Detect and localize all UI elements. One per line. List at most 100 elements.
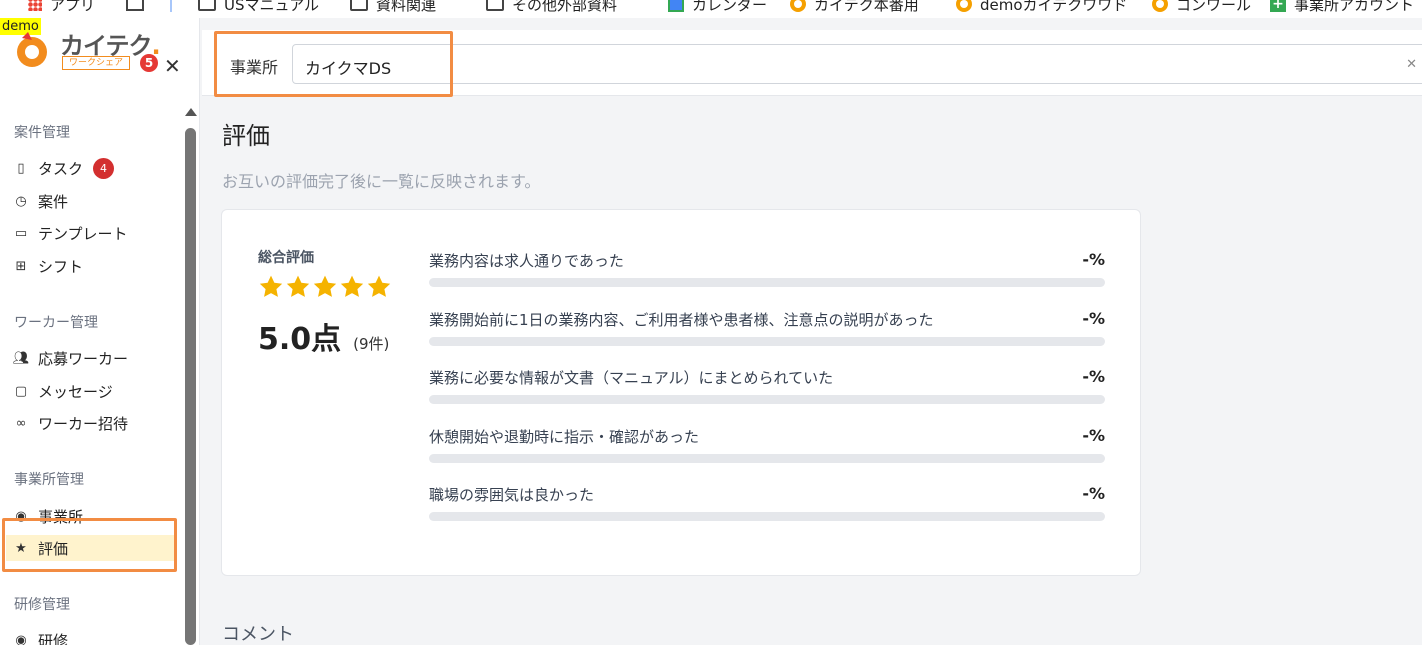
tab-grid-icon: [126, 0, 144, 11]
bookmark-tab-grid[interactable]: [126, 0, 152, 15]
page-title: 評価: [222, 122, 270, 150]
task-count-badge: 4: [93, 157, 115, 179]
criterion-percent: -%: [1082, 250, 1105, 269]
bookmark-label: コンワール: [1176, 0, 1252, 14]
logo-subtitle: ワークシェア: [62, 56, 131, 70]
criterion-text: 業務に必要な情報が文書（マニュアル）にまとめられていた: [429, 369, 834, 387]
sidebar-item-template[interactable]: ▭ テンプレート: [12, 220, 172, 246]
plus-icon: +: [1270, 0, 1286, 12]
kaiteku-icon: [1152, 0, 1168, 12]
overall-rating-label: 総合評価: [258, 250, 314, 266]
bookmarks-bar: アプリ USマニュアル 資料関連 その他外部資料 カレンダー カイテク本番用 d…: [0, 0, 1422, 18]
criterion-progress-bar: [429, 512, 1105, 521]
clipboard-icon: ▯: [17, 160, 25, 176]
criterion-text: 業務内容は求人通りであった: [429, 252, 624, 270]
sidebar-item-invite[interactable]: ∞ ワーカー招待: [12, 410, 172, 436]
bookmark-label: demoカイテクワワド: [980, 0, 1128, 14]
nav-section-office: 事業所管理: [14, 472, 84, 488]
message-icon: ▢: [14, 383, 28, 399]
sidebar-item-label: タスク: [38, 159, 84, 178]
bookmark-label: カレンダー: [692, 0, 768, 14]
bookmark-label: 資料関連: [376, 0, 437, 14]
star-icon: [259, 275, 283, 297]
criterion-percent: -%: [1082, 426, 1105, 445]
criterion-progress-bar: [429, 454, 1105, 463]
sidebar-item-label: 研修: [38, 631, 69, 645]
bookmark-office-account[interactable]: + 事業所アカウント: [1270, 0, 1414, 15]
bookmark-us-manual[interactable]: USマニュアル: [198, 0, 319, 15]
bookmark-console[interactable]: コンワール: [1152, 0, 1251, 15]
bookmark-label: カイテク本番用: [814, 0, 919, 14]
bookmark-calendar[interactable]: カレンダー: [668, 0, 767, 15]
bookmark-label: その他外部資料: [512, 0, 618, 14]
kaiteku-icon: [790, 0, 806, 12]
sidebar-item-messages[interactable]: ▢ メッセージ: [12, 378, 172, 404]
criterion-text: 休憩開始や退勤時に指示・確認があった: [429, 428, 700, 446]
overall-score: 5.0点 (9件): [258, 314, 389, 358]
scroll-up-arrow-icon[interactable]: [185, 108, 197, 116]
bookmark-kaiteku-prod[interactable]: カイテク本番用: [790, 0, 919, 15]
star-icon: [340, 275, 364, 297]
criterion-progress-bar: [429, 278, 1105, 287]
star-icon: [313, 275, 337, 297]
calendar-icon: [668, 0, 684, 12]
criterion-text: 業務開始前に1日の業務内容、ご利用者様や患者様、注意点の説明があった: [429, 311, 934, 329]
nav-section-workers: ワーカー管理: [14, 315, 98, 331]
office-select[interactable]: カイクマDS ✕: [292, 44, 1422, 84]
review-count: (9件): [353, 335, 390, 353]
grid-icon: ⊞: [15, 258, 27, 274]
bookmark-separator: [170, 0, 172, 12]
star-rating: [258, 274, 393, 300]
bookmark-kaiteku-demo[interactable]: demoカイテクワワド: [956, 0, 1127, 15]
nav-section-cases: 案件管理: [14, 125, 70, 141]
logo-mark-icon: [17, 32, 47, 67]
criterion-row: 職場の雰囲気は良かった -%: [429, 484, 1105, 521]
map-pin-icon: ◉: [15, 632, 27, 645]
folder-icon: [350, 0, 368, 11]
close-sidebar-button[interactable]: ✕: [164, 56, 181, 76]
sidebar-item-label: ワーカー招待: [38, 414, 129, 433]
criterion-percent: -%: [1082, 309, 1105, 328]
bookmark-apps[interactable]: アプリ: [28, 0, 95, 15]
highlight-box-filter: [214, 31, 453, 97]
sidebar-item-training[interactable]: ◉ 研修: [12, 627, 172, 645]
comments-heading: コメント: [222, 624, 294, 645]
sidebar-item-label: シフト: [38, 257, 84, 276]
kaiteku-icon: [956, 0, 972, 12]
scroll-thumb[interactable]: [185, 128, 196, 645]
star-icon: [367, 275, 391, 297]
users-icon: 👥︎: [12, 350, 30, 366]
sidebar-item-task[interactable]: ▯ タスク 4: [12, 155, 172, 181]
star-icon: [286, 275, 310, 297]
criterion-progress-bar: [429, 337, 1105, 346]
folder-icon: [198, 0, 216, 11]
criterion-row: 業務開始前に1日の業務内容、ご利用者様や患者様、注意点の説明があった -%: [429, 309, 1105, 346]
bookmark-documents[interactable]: 資料関連: [350, 0, 436, 15]
close-icon: ✕: [164, 54, 181, 78]
sidebar-item-applicants[interactable]: 👥︎ 応募ワーカー: [12, 345, 172, 371]
bookmark-label: 事業所アカウント: [1294, 0, 1415, 14]
page-subtitle: お互いの評価完了後に一覧に反映されます。: [222, 172, 541, 191]
bookmark-label: アプリ: [50, 0, 96, 14]
criterion-row: 休憩開始や退勤時に指示・確認があった -%: [429, 426, 1105, 463]
criterion-row: 業務内容は求人通りであった -%: [429, 250, 1105, 287]
criterion-percent: -%: [1082, 367, 1105, 386]
clock-icon: ◷: [15, 193, 27, 209]
score-value: 5.0点: [258, 322, 342, 357]
nav-section-training: 研修管理: [14, 597, 70, 613]
clear-icon[interactable]: ✕: [1406, 57, 1417, 72]
sidebar-scrollbar[interactable]: [184, 108, 197, 645]
sidebar-item-shift[interactable]: ⊞ シフト: [12, 253, 172, 279]
archive-icon: ▭: [14, 225, 28, 241]
criterion-progress-bar: [429, 395, 1105, 404]
sidebar-item-case[interactable]: ◷ 案件: [12, 188, 172, 214]
criterion-text: 職場の雰囲気は良かった: [429, 486, 595, 504]
bookmark-external[interactable]: その他外部資料: [486, 0, 617, 15]
highlight-box-nav: [2, 518, 177, 572]
logo-badge: 5: [140, 54, 158, 72]
criterion-row: 業務に必要な情報が文書（マニュアル）にまとめられていた -%: [429, 367, 1105, 404]
kaiteku-logo[interactable]: カイテク. ワークシェア 5: [14, 26, 164, 72]
sidebar-item-label: 応募ワーカー: [38, 349, 129, 368]
apps-icon: [28, 0, 42, 11]
rating-summary-card: 総合評価 5.0点 (9件) 業務内容は求人通りであった -% 業務開始前に1日…: [221, 209, 1141, 576]
